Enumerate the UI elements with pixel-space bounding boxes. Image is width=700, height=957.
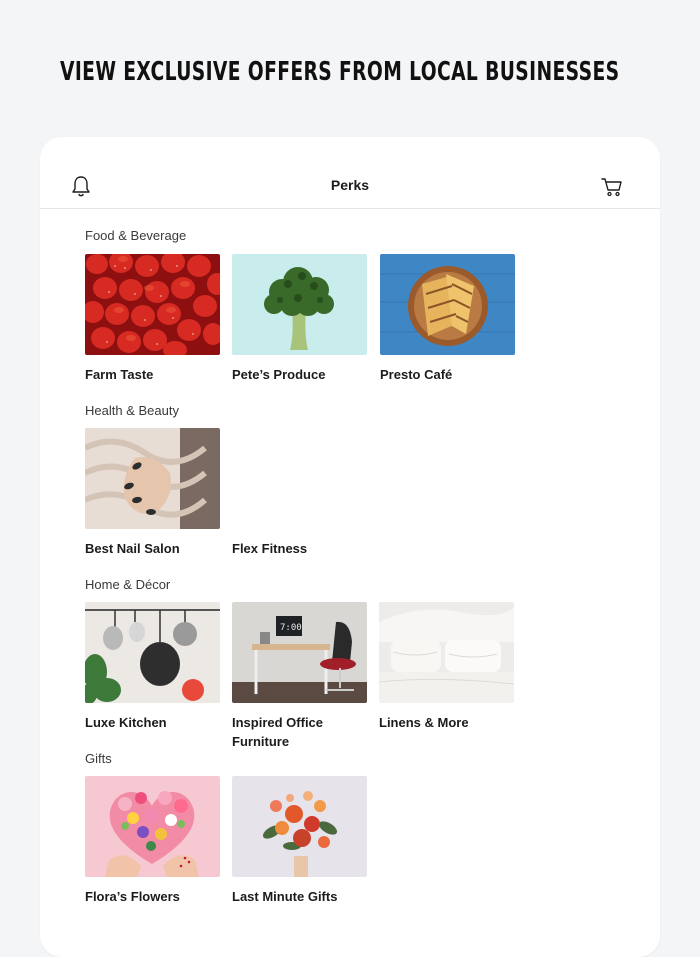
business-name: Linens & More bbox=[379, 715, 469, 730]
promo-banner: VIEW EXCLUSIVE OFFERS FROM LOCAL BUSINES… bbox=[42, 52, 682, 92]
section-title-food-beverage: Food & Beverage bbox=[85, 228, 187, 243]
business-name: Luxe Kitchen bbox=[85, 715, 167, 730]
business-name: Presto Café bbox=[380, 367, 453, 382]
business-tile-luxe-kitchen[interactable]: Luxe Kitchen bbox=[85, 602, 220, 732]
business-tile-last-minute-gifts[interactable]: Last Minute Gifts bbox=[232, 776, 367, 906]
business-tile-best-nail-salon[interactable]: Best Nail Salon bbox=[85, 428, 220, 558]
desk-setup-image: 7:00 bbox=[232, 602, 367, 703]
business-name: Flex Fitness bbox=[232, 541, 308, 556]
business-name: Inspired Office Furniture bbox=[232, 715, 324, 749]
banner-title: VIEW EXCLUSIVE OFFERS FROM LOCAL BUSINES… bbox=[60, 57, 620, 87]
business-name: Flora’s Flowers bbox=[85, 889, 180, 904]
business-tile-floras-flowers[interactable]: Flora’s Flowers bbox=[85, 776, 220, 906]
broccoli-image bbox=[232, 254, 367, 355]
strawberries-image bbox=[85, 254, 220, 355]
business-tile-farm-taste[interactable]: Farm Taste bbox=[85, 254, 220, 384]
business-name: Best Nail Salon bbox=[85, 541, 180, 556]
business-tile-flex-fitness[interactable]: Flex Fitness bbox=[232, 428, 367, 558]
heart-flowers-image bbox=[85, 776, 220, 877]
business-tile-petes-produce[interactable]: Pete’s Produce bbox=[232, 254, 367, 384]
business-name: Pete’s Produce bbox=[232, 367, 326, 382]
app-window: Perks Food & Beverage Farm Taste Pete’s … bbox=[40, 137, 660, 957]
bouquet-image bbox=[232, 776, 367, 877]
business-name: Farm Taste bbox=[85, 367, 154, 382]
manicure-hand-image bbox=[85, 428, 220, 529]
business-name: Last Minute Gifts bbox=[232, 889, 338, 904]
cart-icon[interactable] bbox=[601, 177, 623, 197]
flex-fitness-image-placeholder bbox=[232, 428, 367, 529]
white-bed-image bbox=[379, 602, 514, 703]
business-tile-linens-more[interactable]: Linens & More bbox=[379, 602, 514, 732]
nav-bar: Perks bbox=[40, 137, 660, 209]
section-title-gifts: Gifts bbox=[85, 751, 112, 766]
grilled-sandwich-image bbox=[380, 254, 515, 355]
section-title-health-beauty: Health & Beauty bbox=[85, 403, 179, 418]
hanging-pans-image bbox=[85, 602, 220, 703]
svg-text:7:00: 7:00 bbox=[280, 623, 302, 633]
business-tile-inspired-office-furniture[interactable]: 7:00 Inspired Office Furniture bbox=[232, 602, 367, 751]
business-tile-presto-cafe[interactable]: Presto Café bbox=[380, 254, 515, 384]
section-title-home-decor: Home & Décor bbox=[85, 577, 171, 592]
page-title: Perks bbox=[330, 177, 370, 193]
